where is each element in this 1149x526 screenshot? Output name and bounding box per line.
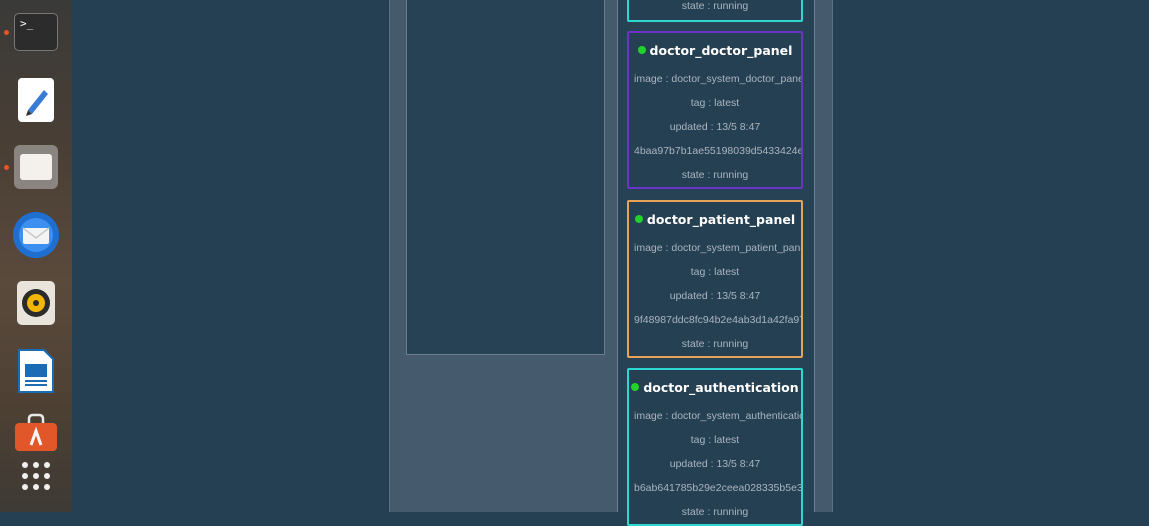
container-tag: tag : latest	[690, 266, 740, 278]
running-indicator	[4, 30, 9, 35]
container-hash: b6ab641785b29e2ceea028335b5e3	[634, 482, 801, 494]
terminal-icon: >_	[14, 13, 58, 51]
container-card-patient-panel[interactable]: doctor_patient_panel image : doctor_syst…	[627, 200, 803, 358]
libreoffice-writer-icon	[18, 349, 54, 393]
app-main-area	[72, 0, 1149, 512]
container-name: doctor_authentication	[643, 379, 799, 395]
container-name: doctor_doctor_panel	[649, 42, 793, 58]
container-title: doctor_authentication	[629, 370, 801, 404]
running-indicator	[4, 165, 9, 170]
container-tag: tag : latest	[690, 434, 740, 446]
container-card-authentication[interactable]: doctor_authentication image : doctor_sys…	[627, 368, 803, 526]
dock-item-terminal[interactable]: >_	[4, 6, 62, 58]
running-status-icon	[631, 383, 640, 391]
text-editor-icon	[18, 78, 54, 122]
rhythmbox-icon	[17, 281, 55, 325]
running-status-icon	[634, 215, 643, 223]
terminal-glyph: >_	[20, 17, 34, 30]
container-card-doctor-panel[interactable]: doctor_doctor_panel image : doctor_syste…	[627, 31, 803, 189]
files-icon	[14, 145, 58, 189]
dock-item-show-apps[interactable]	[10, 450, 62, 502]
container-state: state : running	[681, 0, 749, 12]
thunderbird-icon	[13, 212, 59, 258]
dock-item-thunderbird[interactable]	[10, 209, 62, 261]
container-hash: 4baa97b7b1ae55198039d5433424ef	[634, 145, 801, 157]
container-title: doctor_doctor_panel	[629, 33, 801, 67]
container-updated: updated : 13/5 8:47	[669, 290, 761, 302]
container-column-left	[406, 0, 605, 355]
container-hash: 9f48987ddc8fc94b2e4ab3d1a42fa97	[634, 314, 801, 326]
container-state: state : running	[681, 506, 749, 518]
container-tag: tag : latest	[690, 97, 740, 109]
dock-item-rhythmbox[interactable]	[10, 277, 62, 329]
software-center-icon	[15, 413, 57, 451]
container-state: state : running	[681, 338, 749, 350]
container-card[interactable]: state : running	[627, 0, 803, 22]
running-status-icon	[637, 46, 646, 54]
show-apps-icon	[22, 462, 50, 490]
container-updated: updated : 13/5 8:47	[669, 121, 761, 133]
application-dock: >_	[0, 0, 73, 512]
container-image: image : doctor_system_patient_panel	[634, 242, 801, 254]
dock-item-libreoffice-writer[interactable]	[10, 345, 62, 397]
dock-item-files[interactable]	[4, 141, 62, 193]
container-updated: updated : 13/5 8:47	[669, 458, 761, 470]
container-title: doctor_patient_panel	[629, 202, 801, 236]
container-name: doctor_patient_panel	[646, 211, 796, 227]
container-image: image : doctor_system_authentication	[634, 410, 801, 422]
container-state: state : running	[681, 169, 749, 181]
container-image: image : doctor_system_doctor_panel	[634, 73, 801, 85]
dock-item-text-editor[interactable]	[10, 74, 62, 126]
